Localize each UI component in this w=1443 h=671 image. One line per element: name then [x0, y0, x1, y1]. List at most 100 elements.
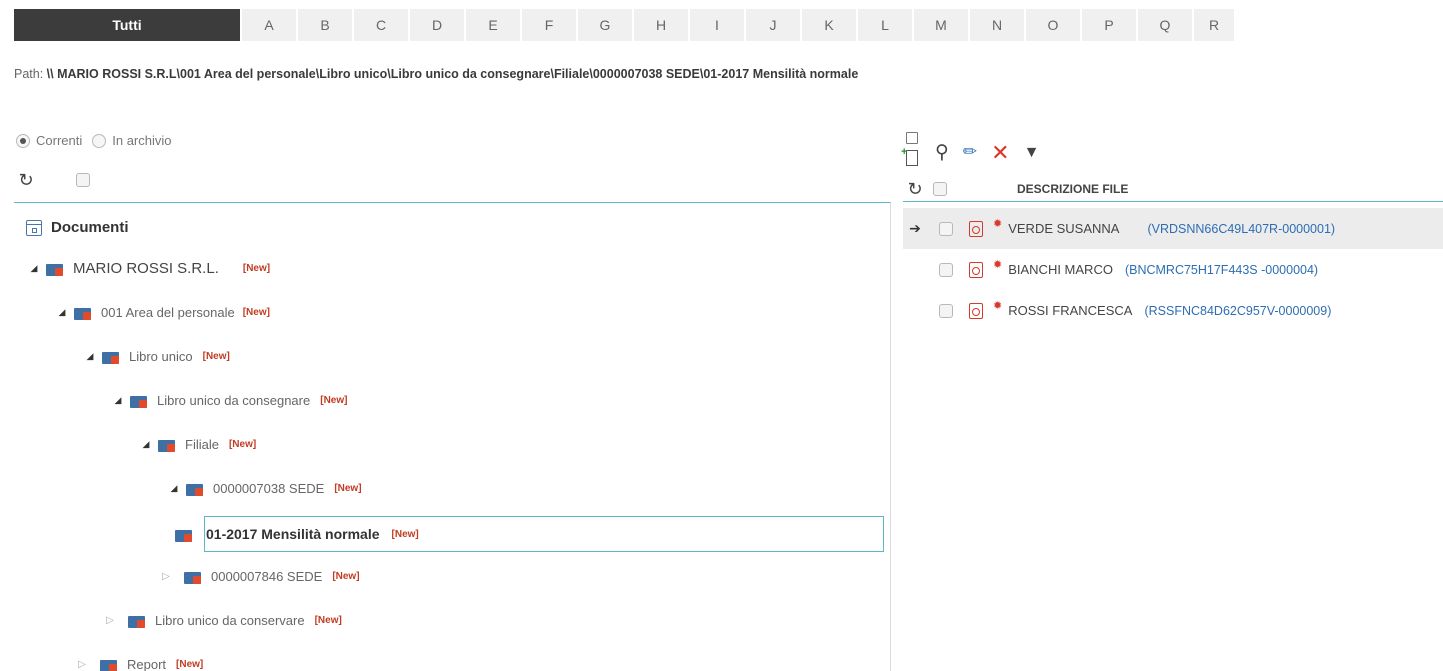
tree-node-label: 0000007038 SEDE — [213, 480, 325, 496]
alpha-tab-m[interactable]: M — [914, 9, 968, 41]
refresh-icon[interactable]: ↻ — [16, 170, 36, 190]
new-badge: [New] — [242, 306, 270, 318]
locked-folder-icon — [46, 261, 65, 276]
file-list-header: ↻ DESCRIZIONE FILE — [903, 176, 1443, 202]
expanded-triangle-icon[interactable]: ◢ — [84, 351, 96, 362]
gear-icon[interactable]: ✹ — [993, 217, 1002, 230]
alpha-tab-e[interactable]: E — [466, 9, 520, 41]
radio-in-archivio-label[interactable]: In archivio — [112, 133, 171, 148]
current-row-arrow-icon: ➔ — [909, 220, 921, 236]
alpha-tab-i[interactable]: I — [690, 9, 744, 41]
tree-node-libro-unico-conservare[interactable]: ▷ Libro unico da conservare [New] — [104, 606, 342, 634]
gear-icon[interactable]: ✹ — [993, 299, 1002, 312]
expanded-triangle-icon[interactable]: ◢ — [56, 307, 68, 318]
alpha-tab-d[interactable]: D — [410, 9, 464, 41]
tree-node-label: Filiale — [185, 436, 219, 452]
tree-node-label: 0000007846 SEDE — [211, 568, 323, 584]
expanded-triangle-icon[interactable]: ◢ — [168, 483, 180, 494]
new-badge: [New] — [332, 570, 360, 582]
file-name: VERDE SUSANNA — [1008, 221, 1120, 236]
file-row[interactable]: ✹ ROSSI FRANCESCA (RSSFNC84D62C957V-0000… — [903, 290, 1443, 331]
file-row[interactable]: ✹ BIANCHI MARCO (BNCMRC75H17F443S -00000… — [903, 249, 1443, 290]
folder-tree-panel: Documenti ◢ MARIO ROSSI S.R.L. [New] ◢ 0… — [14, 202, 891, 671]
search-icon[interactable]: ⚲ — [935, 141, 949, 164]
pdf-icon[interactable] — [969, 220, 983, 237]
row-checkbox[interactable] — [939, 303, 953, 318]
locked-folder-icon — [102, 349, 121, 364]
tree-node-mario-rossi[interactable]: ◢ MARIO ROSSI S.R.L. [New] — [28, 254, 271, 282]
radio-correnti-label[interactable]: Correnti — [36, 133, 82, 148]
alpha-tab-h[interactable]: H — [634, 9, 688, 41]
pdf-icon[interactable] — [969, 261, 983, 278]
new-badge: [New] — [314, 614, 342, 626]
expanded-triangle-icon[interactable]: ◢ — [140, 439, 152, 450]
collapsed-triangle-icon[interactable]: ▷ — [104, 615, 116, 626]
new-badge: [New] — [391, 528, 419, 540]
breadcrumb-path: Path: \\ MARIO ROSSI S.R.L\001 Area del … — [14, 67, 858, 81]
tree-node-report[interactable]: ▷ Report [New] — [76, 650, 203, 671]
alpha-tab-j[interactable]: J — [746, 9, 800, 41]
pencil-icon[interactable]: ✏ — [963, 142, 977, 162]
row-checkbox[interactable] — [939, 262, 953, 277]
tree-node-filiale[interactable]: ◢ Filiale [New] — [140, 430, 256, 458]
alpha-tab-o[interactable]: O — [1026, 9, 1080, 41]
tree-node-label: 01-2017 Mensilità normale — [206, 526, 380, 542]
pdf-icon[interactable] — [969, 302, 983, 319]
collapsed-triangle-icon[interactable]: ▷ — [160, 571, 172, 582]
file-toolbar: + ⚲ ✏ ✕ ▼ — [901, 118, 1053, 166]
alpha-tab-n[interactable]: N — [970, 9, 1024, 41]
delete-icon[interactable]: ✕ — [991, 140, 1009, 166]
locked-folder-icon — [100, 657, 119, 671]
path-label: Path: — [14, 67, 44, 81]
tree-node-sede-7846[interactable]: ▷ 0000007846 SEDE [New] — [160, 562, 360, 590]
new-file-icon[interactable]: + — [901, 132, 921, 166]
documents-icon — [26, 219, 42, 236]
tree-node-label: Libro unico da consegnare — [157, 392, 311, 408]
expanded-triangle-icon[interactable]: ◢ — [28, 263, 40, 274]
file-name: ROSSI FRANCESCA — [1008, 303, 1133, 318]
new-badge: [New] — [334, 482, 362, 494]
collapsed-triangle-icon[interactable]: ▷ — [76, 659, 88, 670]
row-checkbox[interactable] — [939, 221, 953, 236]
alpha-tab-a[interactable]: A — [242, 9, 296, 41]
alpha-tab-r[interactable]: R — [1194, 9, 1234, 41]
locked-folder-icon — [128, 613, 147, 628]
tree-node-label: 001 Area del personale — [101, 304, 235, 320]
tree-node-area-personale[interactable]: ◢ 001 Area del personale [New] — [56, 298, 270, 326]
radio-correnti[interactable] — [16, 133, 30, 148]
refresh-icon[interactable]: ↻ — [905, 179, 925, 199]
new-badge: [New] — [176, 658, 204, 670]
alpha-tab-tutti[interactable]: Tutti — [14, 9, 240, 41]
tree-node-mensilita-normale[interactable]: 01-2017 Mensilità normale [New] — [175, 516, 884, 552]
file-code[interactable]: (RSSFNC84D62C957V-0000009) — [1144, 304, 1331, 318]
alpha-tab-k[interactable]: K — [802, 9, 856, 41]
new-badge: [New] — [202, 350, 230, 362]
tree-root-documenti[interactable]: Documenti — [26, 219, 129, 236]
tree-node-libro-unico[interactable]: ◢ Libro unico [New] — [84, 342, 230, 370]
alpha-tab-b[interactable]: B — [298, 9, 352, 41]
alpha-tab-l[interactable]: L — [858, 9, 912, 41]
filter-icon[interactable]: ▼ — [1024, 144, 1040, 162]
radio-in-archivio[interactable] — [92, 133, 107, 148]
alpha-tab-p[interactable]: P — [1082, 9, 1136, 41]
alpha-tab-g[interactable]: G — [578, 9, 632, 41]
column-header-descrizione[interactable]: DESCRIZIONE FILE — [1017, 182, 1128, 196]
alpha-tab-f[interactable]: F — [522, 9, 576, 41]
file-row[interactable]: ➔ ✹ VERDE SUSANNA (VRDSNN66C49L407R-0000… — [903, 208, 1443, 249]
file-select-all-checkbox[interactable] — [933, 181, 947, 196]
tree-node-label: Libro unico da conservare — [155, 612, 305, 628]
alpha-tab-q[interactable]: Q — [1138, 9, 1192, 41]
tree-root-label: Documenti — [51, 219, 129, 236]
gear-icon[interactable]: ✹ — [993, 258, 1002, 271]
file-code[interactable]: (BNCMRC75H17F443S -0000004) — [1125, 263, 1318, 277]
tree-node-libro-unico-consegnare[interactable]: ◢ Libro unico da consegnare [New] — [112, 386, 347, 414]
expanded-triangle-icon[interactable]: ◢ — [112, 395, 124, 406]
locked-folder-icon — [74, 305, 93, 320]
tree-node-sede-7038[interactable]: ◢ 0000007038 SEDE [New] — [168, 474, 362, 502]
tree-select-all-checkbox[interactable] — [76, 173, 90, 187]
view-mode-selector: Correnti In archivio — [16, 133, 182, 148]
alpha-tab-c[interactable]: C — [354, 9, 408, 41]
tree-node-label: MARIO ROSSI S.R.L. — [73, 259, 219, 277]
alphabet-filter-bar: Tutti A B C D E F G H I J K L M N O P Q … — [14, 9, 1443, 41]
file-code[interactable]: (VRDSNN66C49L407R-0000001) — [1147, 222, 1335, 236]
